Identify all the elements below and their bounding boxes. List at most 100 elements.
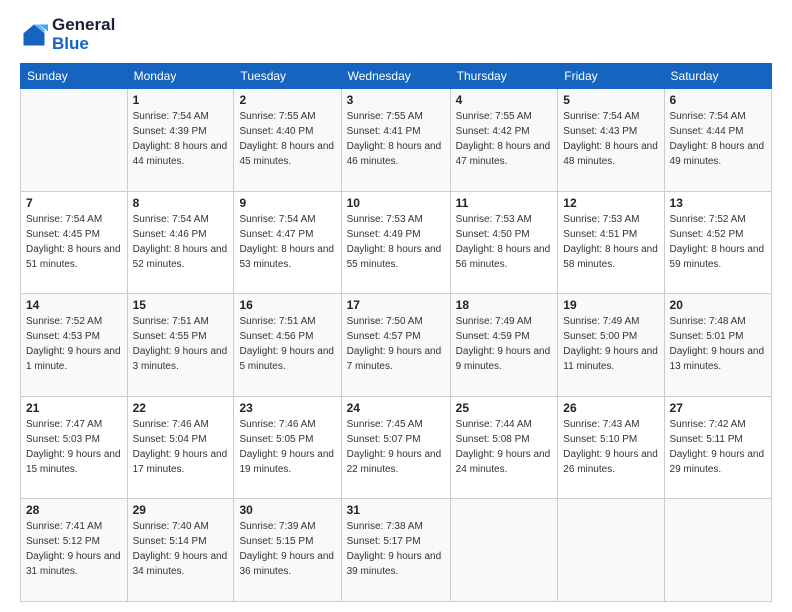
sunrise-text: Sunrise: 7:54 AM <box>239 212 335 227</box>
cell-content: Sunrise: 7:52 AMSunset: 4:52 PMDaylight:… <box>670 212 766 272</box>
calendar-cell: 25Sunrise: 7:44 AMSunset: 5:08 PMDayligh… <box>450 396 558 499</box>
cell-content: Sunrise: 7:54 AMSunset: 4:39 PMDaylight:… <box>133 109 229 169</box>
day-number: 2 <box>239 93 335 107</box>
sunrise-text: Sunrise: 7:51 AM <box>133 314 229 329</box>
sunrise-text: Sunrise: 7:42 AM <box>670 417 766 432</box>
daylight-text: Daylight: 8 hours and 53 minutes. <box>239 242 335 272</box>
weekday-tuesday: Tuesday <box>234 64 341 89</box>
calendar-cell: 9 Sunrise: 7:54 AMSunset: 4:47 PMDaylight… <box>234 191 341 294</box>
calendar-cell: 13 Sunrise: 7:52 AMSunset: 4:52 PMDayligh… <box>664 191 771 294</box>
cell-content: Sunrise: 7:54 AMSunset: 4:46 PMDaylight:… <box>133 212 229 272</box>
week-row-5: 28 Sunrise: 7:41 AMSunset: 5:12 PMDayligh… <box>21 499 772 602</box>
day-number: 21 <box>26 401 122 415</box>
sunset-text: Sunset: 5:11 PM <box>670 432 766 447</box>
cell-content: Sunrise: 7:41 AMSunset: 5:12 PMDaylight:… <box>26 519 122 579</box>
week-row-4: 21Sunrise: 7:47 AMSunset: 5:03 PMDayligh… <box>21 396 772 499</box>
sunset-text: Sunset: 5:00 PM <box>563 329 658 344</box>
daylight-text: Daylight: 9 hours and 13 minutes. <box>670 344 766 374</box>
day-number: 6 <box>670 93 766 107</box>
cell-content: Sunrise: 7:40 AMSunset: 5:14 PMDaylight:… <box>133 519 229 579</box>
sunrise-text: Sunrise: 7:54 AM <box>133 109 229 124</box>
day-number: 13 <box>670 196 766 210</box>
sunset-text: Sunset: 4:47 PM <box>239 227 335 242</box>
calendar-cell: 22Sunrise: 7:46 AMSunset: 5:04 PMDayligh… <box>127 396 234 499</box>
cell-content: Sunrise: 7:39 AMSunset: 5:15 PMDaylight:… <box>239 519 335 579</box>
cell-content: Sunrise: 7:49 AMSunset: 4:59 PMDaylight:… <box>456 314 553 374</box>
daylight-text: Daylight: 8 hours and 58 minutes. <box>563 242 658 272</box>
sunset-text: Sunset: 4:51 PM <box>563 227 658 242</box>
day-number: 26 <box>563 401 658 415</box>
day-number: 3 <box>347 93 445 107</box>
day-number: 10 <box>347 196 445 210</box>
sunset-text: Sunset: 4:43 PM <box>563 124 658 139</box>
sunset-text: Sunset: 4:40 PM <box>239 124 335 139</box>
sunrise-text: Sunrise: 7:45 AM <box>347 417 445 432</box>
weekday-wednesday: Wednesday <box>341 64 450 89</box>
daylight-text: Daylight: 8 hours and 59 minutes. <box>670 242 766 272</box>
cell-content: Sunrise: 7:51 AMSunset: 4:56 PMDaylight:… <box>239 314 335 374</box>
daylight-text: Daylight: 9 hours and 22 minutes. <box>347 447 445 477</box>
sunrise-text: Sunrise: 7:50 AM <box>347 314 445 329</box>
calendar-cell <box>664 499 771 602</box>
cell-content: Sunrise: 7:54 AMSunset: 4:43 PMDaylight:… <box>563 109 658 169</box>
sunrise-text: Sunrise: 7:54 AM <box>26 212 122 227</box>
sunrise-text: Sunrise: 7:47 AM <box>26 417 122 432</box>
sunrise-text: Sunrise: 7:46 AM <box>133 417 229 432</box>
daylight-text: Daylight: 9 hours and 15 minutes. <box>26 447 122 477</box>
sunrise-text: Sunrise: 7:43 AM <box>563 417 658 432</box>
sunrise-text: Sunrise: 7:54 AM <box>133 212 229 227</box>
cell-content: Sunrise: 7:55 AMSunset: 4:42 PMDaylight:… <box>456 109 553 169</box>
sunset-text: Sunset: 4:52 PM <box>670 227 766 242</box>
daylight-text: Daylight: 8 hours and 48 minutes. <box>563 139 658 169</box>
header: General Blue <box>20 16 772 53</box>
sunset-text: Sunset: 5:01 PM <box>670 329 766 344</box>
day-number: 28 <box>26 503 122 517</box>
day-number: 9 <box>239 196 335 210</box>
cell-content: Sunrise: 7:48 AMSunset: 5:01 PMDaylight:… <box>670 314 766 374</box>
day-number: 17 <box>347 298 445 312</box>
sunset-text: Sunset: 4:49 PM <box>347 227 445 242</box>
cell-content: Sunrise: 7:46 AMSunset: 5:05 PMDaylight:… <box>239 417 335 477</box>
weekday-sunday: Sunday <box>21 64 128 89</box>
daylight-text: Daylight: 8 hours and 45 minutes. <box>239 139 335 169</box>
sunrise-text: Sunrise: 7:55 AM <box>456 109 553 124</box>
sunset-text: Sunset: 4:39 PM <box>133 124 229 139</box>
sunrise-text: Sunrise: 7:52 AM <box>26 314 122 329</box>
calendar-cell: 26 Sunrise: 7:43 AMSunset: 5:10 PMDayligh… <box>558 396 664 499</box>
daylight-text: Daylight: 9 hours and 7 minutes. <box>347 344 445 374</box>
calendar-cell: 31Sunrise: 7:38 AMSunset: 5:17 PMDayligh… <box>341 499 450 602</box>
logo-text: General Blue <box>52 16 115 53</box>
sunset-text: Sunset: 5:12 PM <box>26 534 122 549</box>
calendar-cell: 10Sunrise: 7:53 AMSunset: 4:49 PMDayligh… <box>341 191 450 294</box>
logo: General Blue <box>20 16 115 53</box>
sunrise-text: Sunrise: 7:41 AM <box>26 519 122 534</box>
calendar-cell: 12Sunrise: 7:53 AMSunset: 4:51 PMDayligh… <box>558 191 664 294</box>
daylight-text: Daylight: 9 hours and 31 minutes. <box>26 549 122 579</box>
sunset-text: Sunset: 4:59 PM <box>456 329 553 344</box>
cell-content: Sunrise: 7:44 AMSunset: 5:08 PMDaylight:… <box>456 417 553 477</box>
calendar-cell: 20Sunrise: 7:48 AMSunset: 5:01 PMDayligh… <box>664 294 771 397</box>
sunset-text: Sunset: 4:45 PM <box>26 227 122 242</box>
calendar-cell: 24Sunrise: 7:45 AMSunset: 5:07 PMDayligh… <box>341 396 450 499</box>
calendar-cell: 4Sunrise: 7:55 AMSunset: 4:42 PMDaylight… <box>450 89 558 192</box>
cell-content: Sunrise: 7:42 AMSunset: 5:11 PMDaylight:… <box>670 417 766 477</box>
calendar-cell: 30Sunrise: 7:39 AMSunset: 5:15 PMDayligh… <box>234 499 341 602</box>
calendar-cell: 23Sunrise: 7:46 AMSunset: 5:05 PMDayligh… <box>234 396 341 499</box>
sunset-text: Sunset: 5:10 PM <box>563 432 658 447</box>
sunset-text: Sunset: 5:14 PM <box>133 534 229 549</box>
calendar-cell: 17Sunrise: 7:50 AMSunset: 4:57 PMDayligh… <box>341 294 450 397</box>
sunrise-text: Sunrise: 7:55 AM <box>239 109 335 124</box>
calendar-cell: 5Sunrise: 7:54 AMSunset: 4:43 PMDaylight… <box>558 89 664 192</box>
sunrise-text: Sunrise: 7:39 AM <box>239 519 335 534</box>
sunset-text: Sunset: 4:42 PM <box>456 124 553 139</box>
cell-content: Sunrise: 7:43 AMSunset: 5:10 PMDaylight:… <box>563 417 658 477</box>
cell-content: Sunrise: 7:53 AMSunset: 4:50 PMDaylight:… <box>456 212 553 272</box>
calendar-cell: 7Sunrise: 7:54 AMSunset: 4:45 PMDaylight… <box>21 191 128 294</box>
sunset-text: Sunset: 5:07 PM <box>347 432 445 447</box>
daylight-text: Daylight: 9 hours and 24 minutes. <box>456 447 553 477</box>
week-row-1: 1Sunrise: 7:54 AMSunset: 4:39 PMDaylight… <box>21 89 772 192</box>
sunrise-text: Sunrise: 7:44 AM <box>456 417 553 432</box>
calendar-cell: 19Sunrise: 7:49 AMSunset: 5:00 PMDayligh… <box>558 294 664 397</box>
calendar-cell <box>21 89 128 192</box>
sunset-text: Sunset: 5:03 PM <box>26 432 122 447</box>
